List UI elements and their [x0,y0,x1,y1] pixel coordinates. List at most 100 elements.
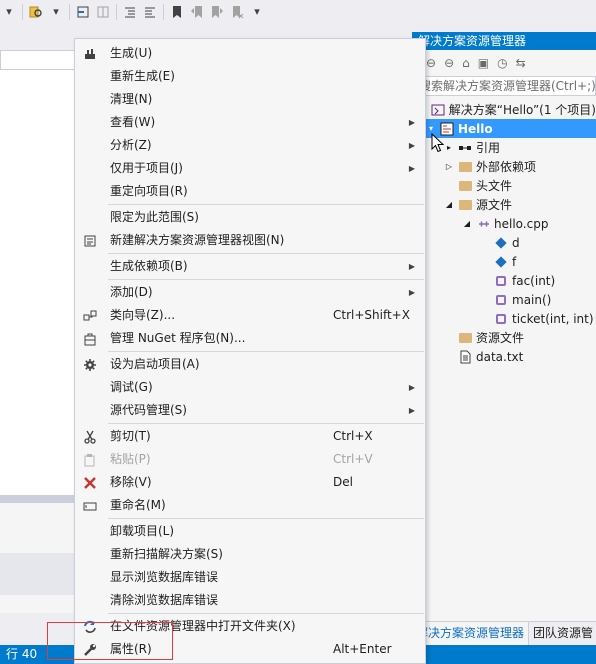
menu-item-shortcut: Ctrl+Shift+X [333,308,410,322]
submenu-arrow-icon: ▶ [408,262,415,271]
tree-item[interactable]: ▷ 外部依赖项 [412,157,596,176]
prev-bookmark-icon[interactable] [190,5,204,19]
tree-item[interactable]: ticket(int, int) [412,309,596,328]
menu-item-2[interactable]: 清理(N) [75,88,425,111]
tree-item-label: f [512,254,517,269]
menu-item-5[interactable]: 仅用于项目(J) ▶ [75,157,425,180]
expand-arrow-icon[interactable]: ▷ [444,162,454,171]
paste-icon [75,448,105,471]
menu-item-10[interactable]: 添加(D) ▶ [75,281,425,304]
tab-team-explorer[interactable]: 团队资源管 [528,622,596,645]
menu-item-shortcut: Del [333,475,353,489]
wrench-icon [75,638,105,661]
menu-item-4[interactable]: 分析(Z) ▶ [75,134,425,157]
menu-item-label: 源代码管理(S) [110,403,187,417]
sync-with-document-icon[interactable]: ⇆ [516,56,526,70]
menu-item-8[interactable]: 新建解决方案资源管理器视图(N) [75,229,425,252]
tree-item[interactable]: d [412,233,596,252]
toolbar-separator [116,4,117,20]
menu-item-20[interactable]: 卸载项目(L) [75,520,425,543]
toolbar: ▾ ▾ ▾ [0,0,596,24]
menu-item-label: 设为启动项目(A) [110,357,200,371]
menu-item-25[interactable]: 属性(R) Alt+Enter [75,638,425,661]
menu-item-label: 重定向项目(R) [110,184,188,198]
step-into-icon[interactable] [76,5,90,19]
sync-icon[interactable] [96,5,110,19]
tree-item-label: data.txt [476,349,524,364]
rename-icon [75,494,105,517]
menu-item-21[interactable]: 重新扫描解决方案(S) [75,543,425,566]
tree-item-label: d [512,235,520,250]
menu-item-label: 分析(Z) [110,138,152,152]
editor-navigation-bar[interactable] [0,50,76,70]
submenu-arrow-icon: ▶ [408,141,415,150]
tree-item[interactable]: 资源文件 [412,328,596,347]
menu-separator [108,518,424,519]
menu-item-23[interactable]: 清除浏览数据库错误 [75,589,425,612]
outdent-icon[interactable] [123,5,137,19]
forward-icon[interactable]: ⊖ [444,56,454,70]
expand-arrow-icon[interactable]: ▸ [444,143,454,152]
mouse-cursor-icon [431,133,445,153]
menu-item-label: 管理 NuGet 程序包(N)... [110,331,246,345]
editor-splitter[interactable] [0,495,76,503]
menu-item-16[interactable]: 剪切(T) Ctrl+X [75,425,425,448]
tree-item[interactable]: 头文件 [412,176,596,195]
menu-item-18[interactable]: 移除(V) Del [75,471,425,494]
menu-icon-gutter [75,566,105,589]
menu-icon-gutter [75,543,105,566]
tree-item[interactable]: data.txt [412,347,596,366]
menu-item-6[interactable]: 重定向项目(R) [75,180,425,203]
history-icon[interactable]: ◷ [497,56,507,70]
menu-item-shortcut: Alt+Enter [333,642,392,656]
menu-item-24[interactable]: 在文件资源管理器中打开文件夹(X) [75,615,425,638]
open-folder-icon [75,615,105,638]
indent-icon[interactable] [143,5,157,19]
tab-solution-explorer[interactable]: 解决方案资源管理器 [412,622,529,645]
menu-item-7[interactable]: 限定为此范围(S) [75,206,425,229]
tree-item[interactable]: 解决方案“Hello”(1 个项目) [412,100,596,119]
menu-item-label: 调试(G) [110,380,153,394]
menu-item-22[interactable]: 显示浏览数据库错误 [75,566,425,589]
toolbar-separator [163,4,164,20]
submenu-arrow-icon: ▶ [408,118,415,127]
solution-icon [431,103,445,117]
menu-item-3[interactable]: 查看(W) ▶ [75,111,425,134]
next-bookmark-icon[interactable] [210,5,224,19]
tree-item[interactable]: main() [412,290,596,309]
menu-item-9[interactable]: 生成依赖项(B) ▶ [75,255,425,278]
tree-item[interactable]: fac(int) [412,271,596,290]
menu-item-1[interactable]: 重新生成(E) [75,65,425,88]
bookmark-icon[interactable] [170,5,184,19]
find-in-files-icon[interactable] [29,5,43,19]
switch-views-icon[interactable]: ▣ [478,56,489,70]
code-editor[interactable] [0,70,76,495]
tree-item[interactable]: ◢ hello.cpp [412,214,596,233]
clear-bookmarks-icon[interactable] [230,5,244,19]
method-icon [494,293,508,307]
menu-item-12[interactable]: 管理 NuGet 程序包(N)... [75,327,425,350]
dropdown-arrow-icon[interactable]: ▾ [250,5,264,19]
menu-item-13[interactable]: 设为启动项目(A) [75,353,425,376]
expand-arrow-icon[interactable]: ▾ [426,124,436,133]
tree-item[interactable]: ◢ 源文件 [412,195,596,214]
expand-arrow-icon[interactable]: ◢ [462,219,472,228]
home-icon[interactable]: ⌂ [462,56,470,70]
menu-item-19[interactable]: 重命名(M) [75,494,425,517]
menu-item-label: 生成依赖项(B) [110,259,188,273]
folder-icon [458,198,472,212]
class-wizard-icon [75,304,105,327]
menu-icon-gutter [75,520,105,543]
tree-item[interactable]: f [412,252,596,271]
back-icon[interactable]: ⊖ [426,56,436,70]
dropdown-arrow-icon[interactable]: ▾ [2,5,16,19]
menu-item-15[interactable]: 源代码管理(S) ▶ [75,399,425,422]
menu-item-0[interactable]: 生成(U) [75,42,425,65]
field-icon [494,255,508,269]
expand-arrow-icon[interactable]: ◢ [444,200,454,209]
menu-item-14[interactable]: 调试(G) ▶ [75,376,425,399]
gear-icon [75,353,105,376]
menu-item-11[interactable]: 类向导(Z)... Ctrl+Shift+X [75,304,425,327]
dropdown-arrow-icon[interactable]: ▾ [49,5,63,19]
solution-explorer-search-input[interactable]: 搜索解决方案资源管理器(Ctrl+;) [412,76,596,96]
